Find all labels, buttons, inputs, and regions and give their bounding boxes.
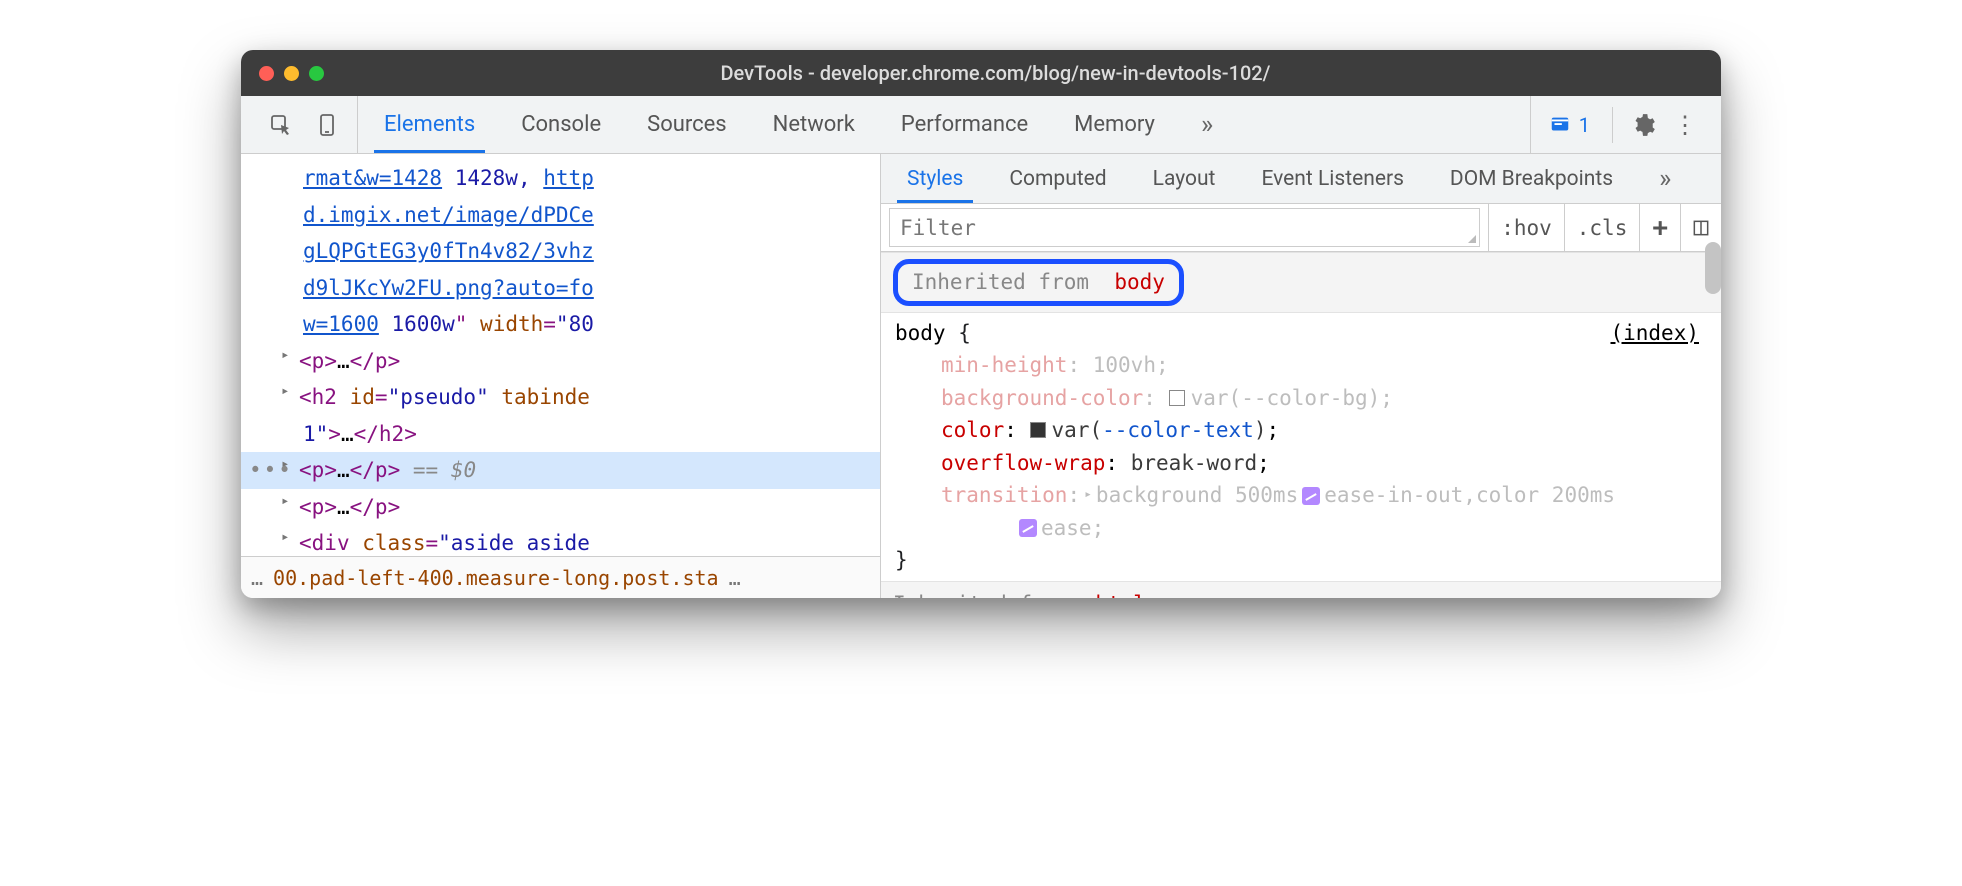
css-declaration[interactable]: color: var(--color-text); <box>895 414 1707 447</box>
settings-gear-icon[interactable] <box>1625 107 1661 143</box>
css-var-link[interactable]: --color-bg <box>1241 382 1367 415</box>
breadcrumb[interactable]: … 00.pad-left-400.measure-long.post.sta … <box>241 556 880 598</box>
dom-url-fragment[interactable]: gLQPGtEG3y0fTn4v82/3vhz <box>303 239 594 263</box>
window-title: DevTools - developer.chrome.com/blog/new… <box>348 61 1643 85</box>
sidebar-tabs: Styles Computed Layout Event Listeners D… <box>881 154 1721 204</box>
dom-node-p[interactable]: <p>…</p> <box>241 489 880 526</box>
dom-url-fragment[interactable]: w=1600 <box>303 312 379 336</box>
inherited-highlight: Inherited from body <box>893 259 1184 306</box>
subtabs-overflow-icon[interactable]: » <box>1641 154 1689 203</box>
titlebar: DevTools - developer.chrome.com/blog/new… <box>241 50 1721 96</box>
subtab-layout[interactable]: Layout <box>1135 154 1234 203</box>
dom-node-h2-cont[interactable]: 1">…</h2> <box>241 416 880 453</box>
subtab-event-listeners[interactable]: Event Listeners <box>1243 154 1421 203</box>
styles-rules: Inherited from body (index) body { min-h… <box>881 252 1721 598</box>
styles-panel: Styles Computed Layout Event Listeners D… <box>881 154 1721 598</box>
subtab-computed[interactable]: Computed <box>991 154 1124 203</box>
hov-toggle[interactable]: :hov <box>1488 204 1564 251</box>
dom-node-div[interactable]: <div class="aside aside <box>241 525 880 556</box>
inherited-label: Inherited from <box>893 592 1070 598</box>
subtab-styles[interactable]: Styles <box>889 154 981 203</box>
tab-network[interactable]: Network <box>757 96 871 153</box>
bezier-editor-icon[interactable] <box>1019 519 1037 537</box>
tabs-overflow-icon[interactable]: » <box>1185 96 1229 153</box>
dom-node-p-selected[interactable]: ••• <p>…</p> == $0 <box>241 452 880 489</box>
breadcrumb-text[interactable]: 00.pad-left-400.measure-long.post.sta <box>273 566 719 590</box>
dom-node-p[interactable]: <p>…</p> <box>241 343 880 380</box>
issues-button[interactable]: 1 <box>1539 113 1600 137</box>
tab-elements[interactable]: Elements <box>368 96 491 153</box>
tab-console[interactable]: Console <box>505 96 617 153</box>
css-declaration[interactable]: background-color: var(--color-bg); <box>895 382 1707 415</box>
inherited-from-separator[interactable]: Inherited from html <box>881 581 1721 598</box>
dom-url-fragment[interactable]: rmat&w=1428 <box>303 166 442 190</box>
new-style-rule-button[interactable]: + <box>1639 204 1680 251</box>
zoom-window-button[interactable] <box>309 66 324 81</box>
css-declaration-cont[interactable]: ease; <box>895 512 1707 545</box>
dom-tree[interactable]: rmat&w=1428 1428w, http d.imgix.net/imag… <box>241 154 880 556</box>
close-window-button[interactable] <box>259 66 274 81</box>
inherited-from-element[interactable]: body <box>1114 270 1165 294</box>
css-declaration[interactable]: min-height: 100vh; <box>895 349 1707 382</box>
minimize-window-button[interactable] <box>284 66 299 81</box>
dom-node-h2[interactable]: <h2 id="pseudo" tabinde <box>241 379 880 416</box>
dom-attr-value: 1600w <box>392 312 455 336</box>
window-controls <box>259 66 324 81</box>
breadcrumb-prefix[interactable]: … <box>251 566 263 590</box>
dom-attr-value: 1428w <box>455 166 518 190</box>
divider <box>1612 107 1613 143</box>
issues-count: 1 <box>1579 113 1590 137</box>
panel-body: rmat&w=1428 1428w, http d.imgix.net/imag… <box>241 154 1721 598</box>
color-swatch-icon[interactable] <box>1169 390 1185 406</box>
rule-close-brace: } <box>895 548 908 572</box>
inherited-label: Inherited from <box>912 270 1089 294</box>
devtools-window: DevTools - developer.chrome.com/blog/new… <box>241 50 1721 598</box>
tab-sources[interactable]: Sources <box>631 96 743 153</box>
kebab-menu-icon[interactable]: ⋮ <box>1667 107 1703 143</box>
dom-attr-name: width <box>480 312 543 336</box>
device-toolbar-icon[interactable] <box>309 107 345 143</box>
main-toolbar: Elements Console Sources Network Perform… <box>241 96 1721 154</box>
panel-tabs: Elements Console Sources Network Perform… <box>358 96 1530 153</box>
dom-url-fragment[interactable]: d.imgix.net/image/dPDCe <box>303 203 594 227</box>
rule-source-link[interactable]: (index) <box>1610 317 1699 350</box>
gutter-ellipsis-icon[interactable]: ••• <box>249 454 293 487</box>
styles-filter-bar: Filter :hov .cls + <box>881 204 1721 252</box>
elements-tree-panel: rmat&w=1428 1428w, http d.imgix.net/imag… <box>241 154 881 598</box>
css-var-link[interactable]: --color-text <box>1102 414 1254 447</box>
css-declaration[interactable]: transition: ▸ background 500ms ease-in-o… <box>895 479 1707 512</box>
dom-attr-value: "80 <box>556 312 594 336</box>
inspect-element-icon[interactable] <box>263 107 299 143</box>
css-rule[interactable]: (index) body { min-height: 100vh; backgr… <box>881 313 1721 581</box>
styles-filter-input[interactable]: Filter <box>889 208 1480 247</box>
tab-memory[interactable]: Memory <box>1058 96 1171 153</box>
inherited-from-element[interactable]: html <box>1095 592 1146 598</box>
css-declaration[interactable]: overflow-wrap: break-word; <box>895 447 1707 480</box>
dom-url-fragment[interactable]: d9lJKcYw2FU.png?auto=fo <box>303 276 594 300</box>
subtab-dom-breakpoints[interactable]: DOM Breakpoints <box>1432 154 1631 203</box>
tab-performance[interactable]: Performance <box>885 96 1044 153</box>
cls-toggle[interactable]: .cls <box>1564 204 1640 251</box>
dom-url-fragment[interactable]: http <box>543 166 594 190</box>
color-swatch-icon[interactable] <box>1030 422 1046 438</box>
scrollbar-thumb[interactable] <box>1705 242 1721 294</box>
dollar-zero-hint: == $0 <box>413 458 476 482</box>
rule-selector[interactable]: body <box>895 321 946 345</box>
bezier-editor-icon[interactable] <box>1302 487 1320 505</box>
breadcrumb-suffix[interactable]: … <box>729 566 741 590</box>
inherited-from-separator[interactable]: Inherited from body <box>881 252 1721 313</box>
filter-placeholder: Filter <box>900 216 976 240</box>
